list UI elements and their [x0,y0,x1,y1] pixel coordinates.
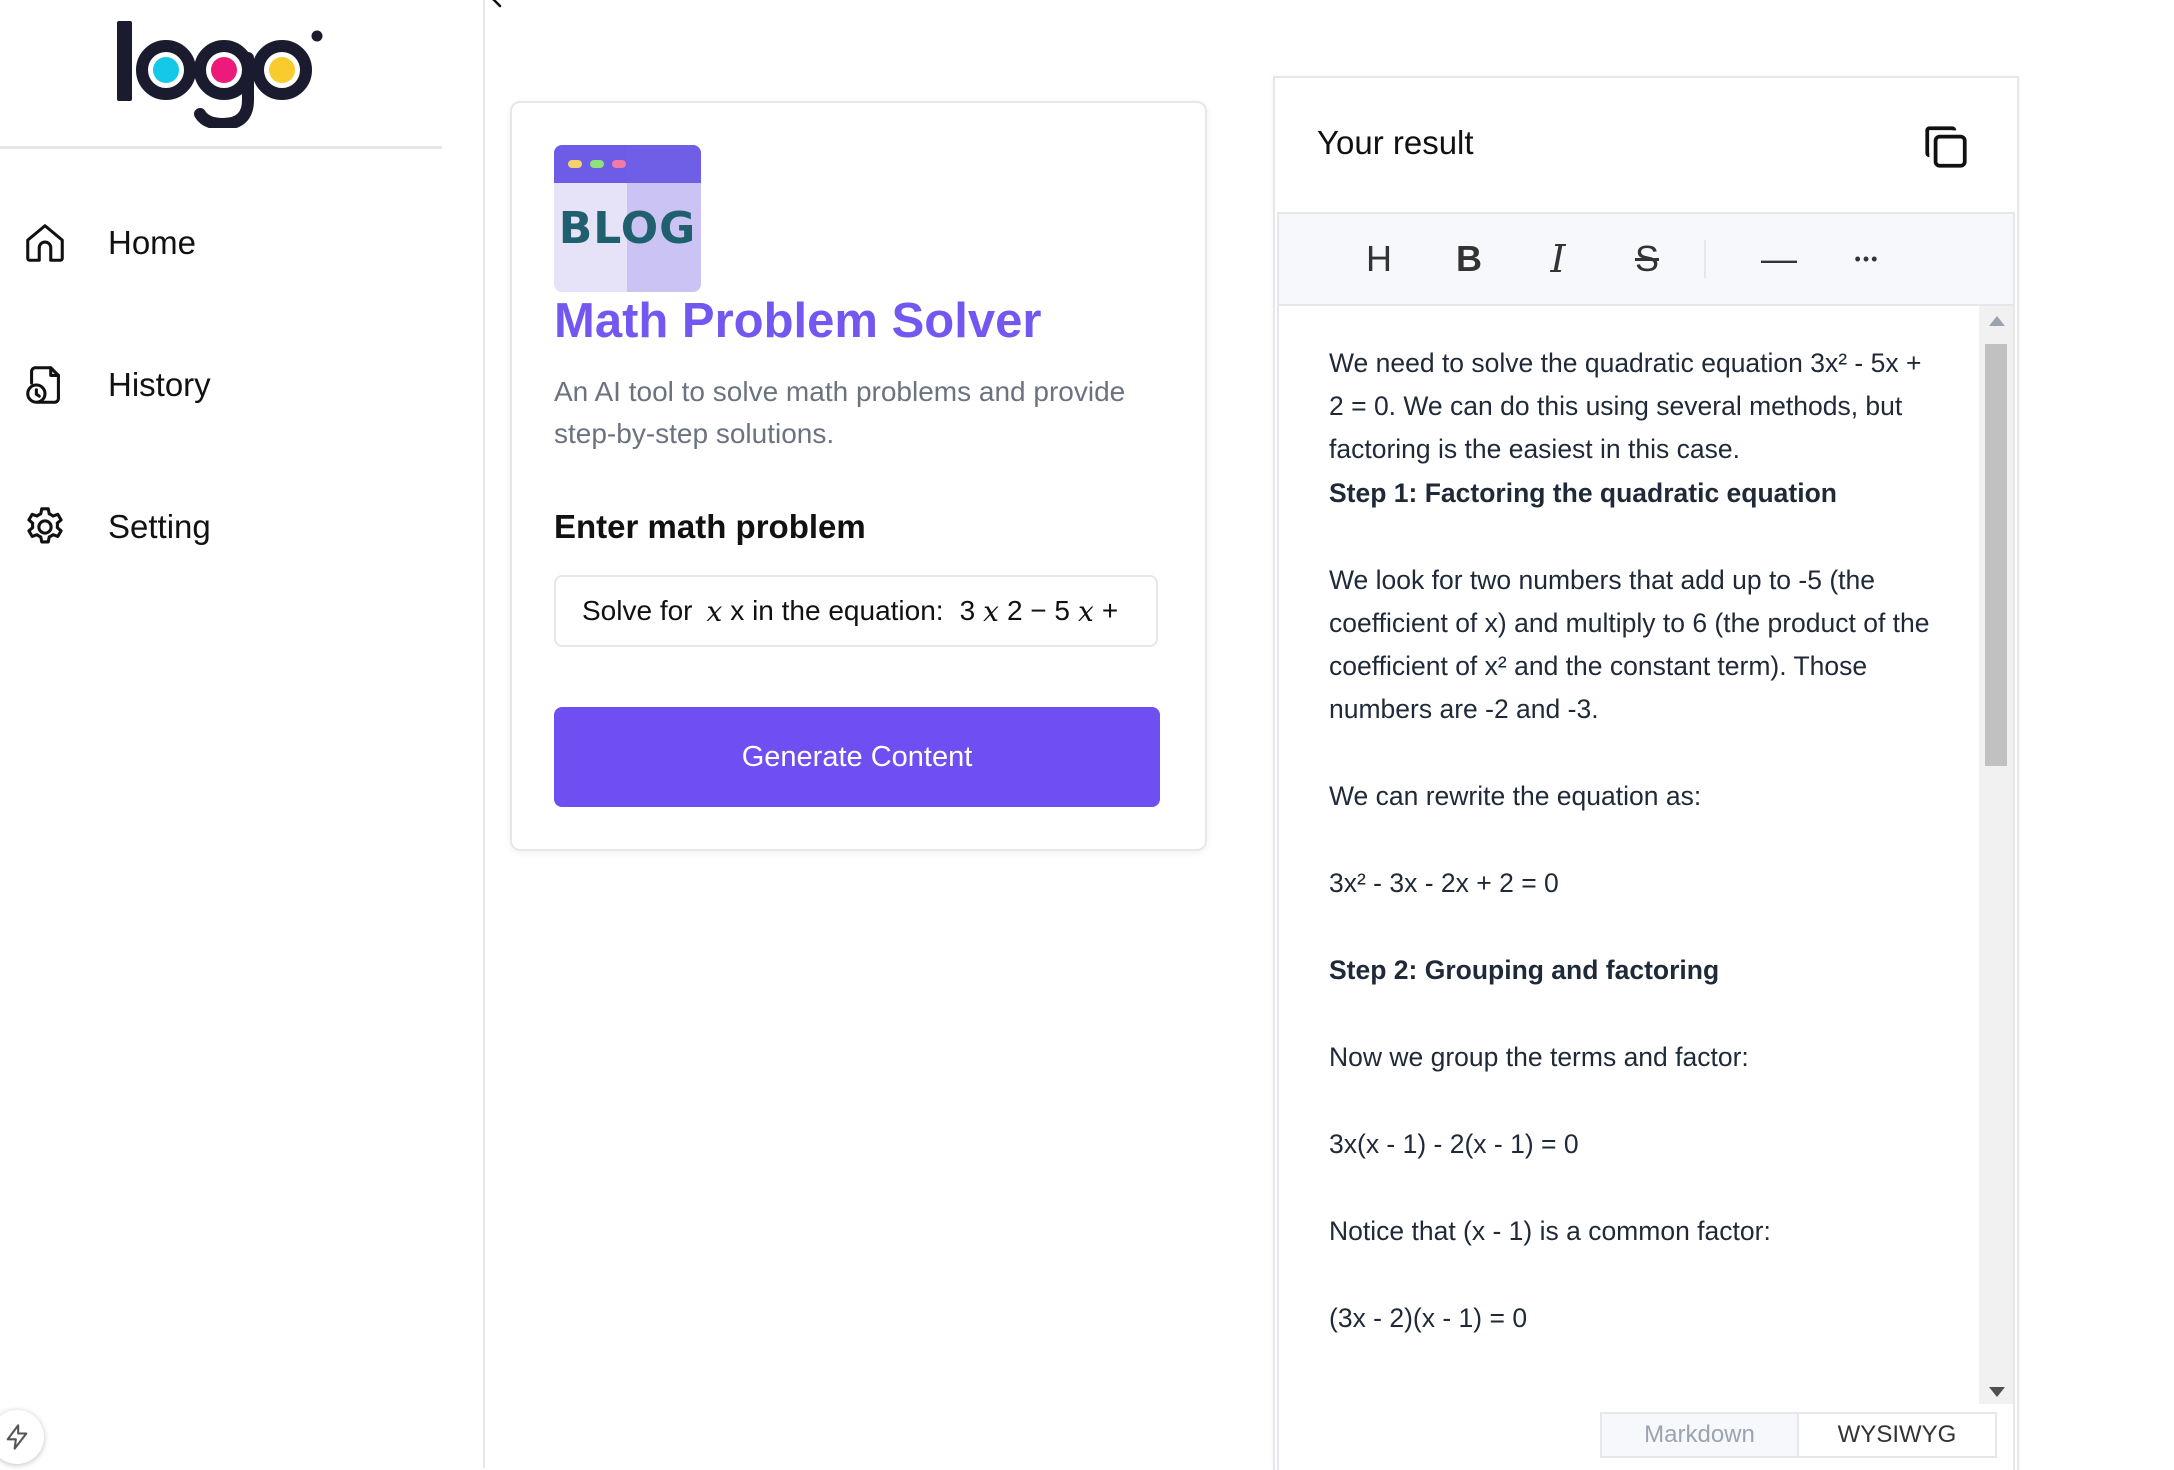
sidebar-item-label: History [108,366,211,403]
horizontal-rule-icon: — [1761,238,1797,279]
editor-toolbar: H B I S — ••• [1279,214,2013,306]
sidebar: Home History Setting [0,0,485,1468]
result-paragraph: We can rewrite the equation as: [1329,781,1702,811]
result-paragraph: (3x - 2)(x - 1) = 0 [1329,1303,1528,1333]
result-paragraph: 3x² - 3x - 2x + 2 = 0 [1329,868,1559,898]
scroll-down-arrow-icon[interactable] [1989,1387,2005,1397]
result-paragraph: We need to solve the quadratic equation … [1329,348,1922,464]
bolt-icon [6,1424,28,1450]
toolbar-separator [1704,240,1706,278]
italic-button[interactable]: I [1533,234,1583,284]
result-scrollbar[interactable] [1979,306,2013,1404]
more-icon: ••• [1854,248,1880,269]
generate-content-button[interactable]: Generate Content [554,707,1160,807]
heading-button[interactable]: H [1354,234,1404,284]
logo-divider [0,146,442,149]
input-math-var-3: x [1078,594,1094,628]
sidebar-item-home[interactable]: Home [22,215,196,271]
result-paragraph: Notice that (x - 1) is a common factor: [1329,1216,1771,1246]
input-text-prefix: Solve for [582,595,693,626]
bold-button[interactable]: B [1444,234,1494,284]
tool-form-card: BLOG Math Problem Solver An AI tool to s… [510,101,1207,851]
result-heading: Step 1: Factoring the quadratic equation [1329,478,1837,508]
result-paragraph: We look for two numbers that add up to -… [1329,565,1930,724]
sidebar-item-history[interactable]: History [22,357,211,413]
tab-wysiwyg[interactable]: WYSIWYG [1799,1412,1997,1458]
tool-title: Math Problem Solver [554,294,1042,348]
chevron-left-icon[interactable] [492,0,516,18]
history-icon [26,366,60,404]
result-panel: Your result H B I S — ••• We need to sol… [1273,76,2019,1470]
input-math-c: + [1101,595,1119,626]
horizontal-rule-button[interactable]: — [1754,234,1804,284]
field-label: Enter math problem [554,508,866,545]
result-heading: Step 2: Grouping and factoring [1329,955,1720,985]
bold-icon: B [1456,238,1482,279]
input-math-a: 3 [959,595,976,626]
heading-icon: H [1366,238,1392,279]
sidebar-item-label: Home [108,224,197,261]
result-content[interactable]: We need to solve the quadratic equation … [1279,306,1979,1404]
result-paragraph: 3x(x - 1) - 2(x - 1) = 0 [1329,1129,1579,1159]
result-title: Your result [1317,124,1474,161]
copy-icon[interactable] [1921,122,1971,172]
tool-icon: BLOG [554,145,701,292]
tab-markdown[interactable]: Markdown [1600,1412,1799,1458]
editor-mode-tabs: Markdown WYSIWYG [1279,1404,2013,1470]
result-paragraph: Now we group the terms and factor: [1329,1042,1749,1072]
math-problem-input[interactable]: Solve for x x in the equation: 3 x 2 − 5… [554,575,1158,647]
italic-icon: I [1550,237,1566,281]
quick-action-button[interactable] [0,1410,44,1464]
logo[interactable] [111,18,336,131]
input-math-var: x [706,594,723,628]
input-math-var-2: x [983,594,999,628]
scrollbar-thumb[interactable] [1985,344,2007,766]
home-icon [26,224,64,262]
tool-description: An AI tool to solve math problems and pr… [554,376,1126,449]
tool-icon-text: BLOG [558,203,697,254]
gear-icon [27,507,63,544]
result-editor: H B I S — ••• We need to solve the quadr… [1277,212,2015,1470]
logo-image [117,21,323,131]
strikethrough-icon: S [1634,238,1659,279]
scroll-up-arrow-icon[interactable] [1989,316,2005,326]
input-math-b: 2 − 5 [1006,595,1071,626]
input-text-middle: x in the equation: [730,595,944,626]
sidebar-item-label: Setting [108,508,211,545]
strikethrough-button[interactable]: S [1622,234,1672,284]
more-button[interactable]: ••• [1842,234,1892,284]
sidebar-item-setting[interactable]: Setting [22,499,211,555]
